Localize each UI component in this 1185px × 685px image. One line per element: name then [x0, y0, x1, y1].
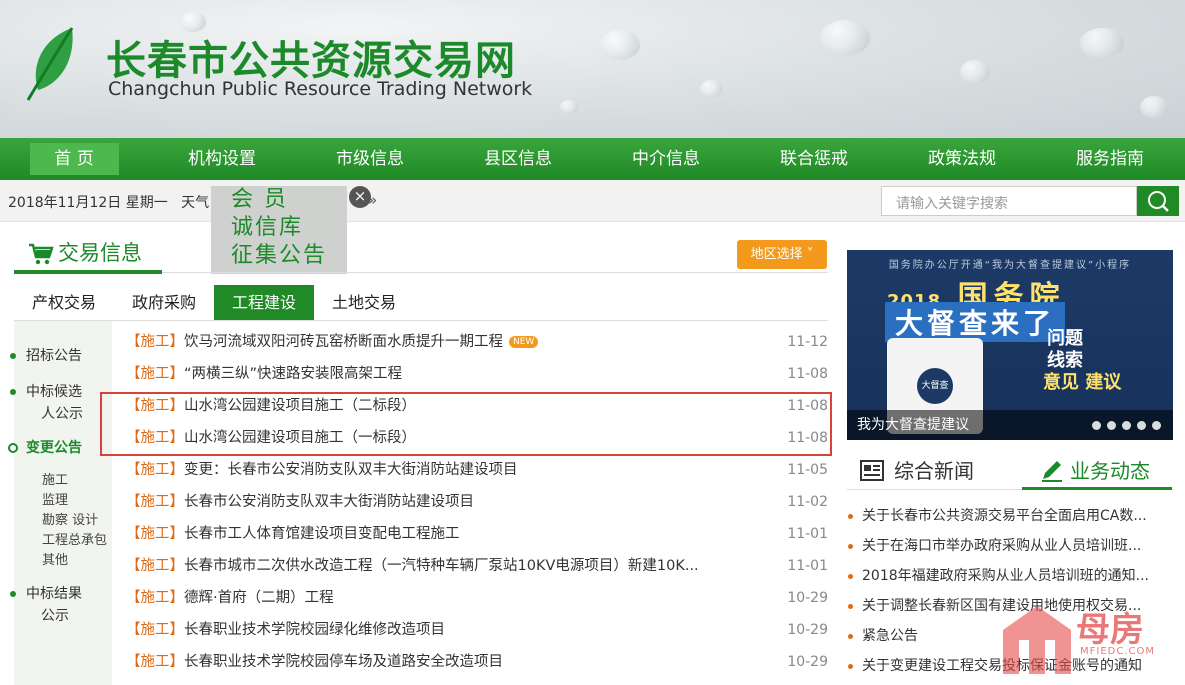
sidebar-item-tender-notice[interactable]: 招标公告: [10, 345, 82, 365]
divider: [14, 320, 828, 321]
list-item[interactable]: 【施工】长春职业技术学院校园停车场及道路安全改造项目 10-29: [126, 646, 828, 678]
list-item[interactable]: 【施工】德辉·首府（二期）工程 10-29: [126, 582, 828, 614]
site-subtitle: Changchun Public Resource Trading Networ…: [108, 78, 533, 100]
leaf-logo-icon: [26, 27, 74, 101]
banner-carousel[interactable]: 国务院办公厅开通“我为大督查提建议”小程序 2018 国务院 大督查来了 大督查…: [847, 250, 1173, 440]
sidebar-subitem-survey-design[interactable]: 勘察 设计: [42, 509, 98, 528]
water-drop: [1140, 96, 1168, 118]
search-input[interactable]: 请输入关键字搜索: [881, 186, 1137, 216]
new-badge: NEW: [509, 336, 539, 348]
sidebar-subitem-epc[interactable]: 工程总承包: [42, 529, 107, 548]
news-item[interactable]: 关于在海口市举办政府采购从业人员培训班...: [848, 535, 1173, 555]
list-item[interactable]: 【施工】变更：长春市公安消防支队双丰大街消防站建设项目 11-05: [126, 454, 828, 486]
newspaper-icon: [860, 460, 884, 481]
tab-news[interactable]: 综合新闻: [858, 454, 974, 488]
tab-construction[interactable]: 工程建设: [214, 285, 315, 321]
section-title: 交易信息: [58, 241, 142, 265]
banner-text: 意见 建议: [1043, 372, 1122, 393]
pencil-icon: [1042, 461, 1062, 482]
tab-business[interactable]: 业务动态: [1038, 454, 1150, 488]
tab-procurement[interactable]: 政府采购: [114, 285, 214, 321]
nav-policy[interactable]: 政策法规: [888, 138, 1036, 180]
nav-organization[interactable]: 机构设置: [148, 138, 296, 180]
popup-line: 诚信库: [231, 215, 304, 240]
water-drop: [820, 20, 870, 56]
water-drop: [700, 80, 722, 98]
water-drop: [960, 60, 990, 84]
watermark-sub: MFIEDC.COM: [1080, 646, 1155, 657]
popup-line: 会 员: [231, 187, 288, 212]
water-drop: [600, 30, 640, 60]
sidebar-item-candidate-cont[interactable]: 人公示: [41, 403, 83, 423]
category-tabs: 产权交易 政府采购 工程建设 土地交易: [14, 285, 414, 321]
sidebar-item-change-notice[interactable]: 变更公告: [8, 437, 82, 457]
search-button[interactable]: [1137, 186, 1179, 216]
search-icon: [1148, 191, 1169, 212]
list-item[interactable]: 【施工】长春市城市二次供水改造工程（一汽特种车辆厂泵站10KV电源项目）新建10…: [126, 550, 828, 582]
tab-property[interactable]: 产权交易: [14, 285, 114, 321]
current-date: 2018年11月12日 星期一 天气: [8, 195, 210, 211]
list-item[interactable]: 【施工】长春市公安消防支队双丰大街消防站建设项目 11-02: [126, 486, 828, 518]
watermark-text: 母房: [1076, 610, 1144, 650]
sidebar-subitem-other[interactable]: 其他: [42, 549, 68, 568]
region-select-button[interactable]: 地区选择 ˅: [737, 240, 827, 269]
tab-underline: [1022, 487, 1172, 490]
water-drop: [1080, 28, 1124, 58]
sidebar-item-candidate[interactable]: 中标候选: [10, 381, 82, 401]
nav-service-guide[interactable]: 服务指南: [1036, 138, 1184, 180]
banner-top-text: 国务院办公厅开通“我为大督查提建议”小程序: [888, 260, 1132, 271]
list-item[interactable]: 【施工】“两横三纵”快速路安装限高架工程 11-08: [126, 358, 828, 390]
banner-headline-2: 大督查来了: [885, 302, 1066, 342]
list-item[interactable]: 【施工】饮马河流域双阳河砖瓦窑桥断面水质提升一期工程 NEW 11-12: [126, 326, 828, 358]
sidebar-subitem-supervision[interactable]: 监理: [42, 489, 68, 508]
nav-county-info[interactable]: 县区信息: [444, 138, 592, 180]
member-credit-popup[interactable]: 会 员 诚信库 征集公告: [211, 186, 347, 274]
banner-caption[interactable]: 我为大督查提建议: [847, 410, 1173, 440]
popup-line: 征集公告: [231, 243, 328, 268]
tab-land[interactable]: 土地交易: [314, 285, 414, 321]
sidebar-item-result[interactable]: 中标结果: [10, 583, 82, 603]
sidebar-item-result-cont[interactable]: 公示: [41, 605, 69, 625]
site-header: 长春市公共资源交易网 Changchun Public Resource Tra…: [0, 0, 1185, 138]
nav-city-info[interactable]: 市级信息: [296, 138, 444, 180]
main-nav: 首 页 机构设置 市级信息 县区信息 中介信息 联合惩戒 政策法规 服务指南: [0, 138, 1185, 180]
nav-agency-info[interactable]: 中介信息: [592, 138, 740, 180]
nav-joint-punishment[interactable]: 联合惩戒: [740, 138, 888, 180]
close-icon[interactable]: ×: [349, 186, 371, 208]
list-item[interactable]: 【施工】长春职业技术学院校园绿化维修改造项目 10-29: [126, 614, 828, 646]
water-drop: [560, 100, 578, 114]
section-underline: [14, 270, 162, 274]
news-item[interactable]: 关于长春市公共资源交易平台全面启用CA数...: [848, 505, 1173, 525]
news-item[interactable]: 2018年福建政府采购从业人员培训班的通知...: [848, 565, 1173, 585]
list-item[interactable]: 【施工】长春市工人体育馆建设项目变配电工程施工 11-01: [126, 518, 828, 550]
nav-home[interactable]: 首 页: [0, 138, 148, 180]
highlight-box: [100, 392, 832, 456]
sidebar-subitem-construction[interactable]: 施工: [42, 469, 68, 488]
carousel-dots[interactable]: [1092, 421, 1161, 430]
